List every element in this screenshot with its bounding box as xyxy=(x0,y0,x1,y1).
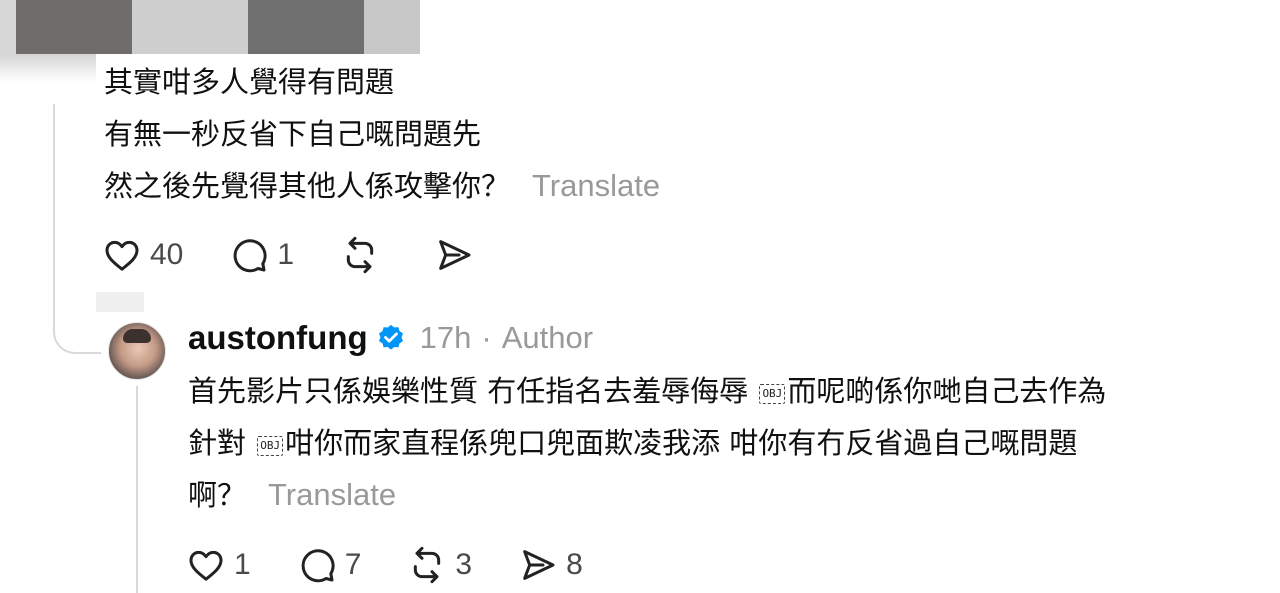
share-icon xyxy=(523,550,555,580)
redacted-block xyxy=(16,0,132,54)
verified-badge-icon xyxy=(378,324,403,350)
comment-line: 其實咁多人覺得有問題 xyxy=(104,65,395,99)
author-label: Author xyxy=(501,320,594,355)
reply-button[interactable]: 7 xyxy=(297,545,362,585)
repost-button[interactable]: 3 xyxy=(407,545,472,585)
reply-body: 首先影片只係娛樂性質 冇任指名去羞辱侮辱 OBJ 而呢啲係你哋自己去作為 針對 O… xyxy=(188,365,1263,521)
like-button[interactable]: 1 xyxy=(186,545,251,585)
repost-count: 3 xyxy=(455,548,473,581)
reply-header: austonfung 17h · Author xyxy=(188,314,593,362)
comment-line-text: 然之後先覺得其他人係攻擊你？ xyxy=(104,169,511,203)
heart-icon xyxy=(189,550,223,581)
thread-gap-marker xyxy=(96,292,144,312)
reply-text-segment: 首先影片只係娛樂性質 冇任指名去羞辱侮辱 xyxy=(188,374,758,408)
redacted-username xyxy=(0,0,420,54)
redacted-avatar-fade xyxy=(0,54,96,82)
translate-link[interactable]: Translate xyxy=(532,168,660,203)
comment-line: 有無一秒反省下自己嘅問題先 xyxy=(104,117,482,151)
like-count: 40 xyxy=(150,238,184,271)
object-placeholder: OBJ xyxy=(759,384,786,404)
redacted-block xyxy=(0,0,16,54)
object-placeholder: OBJ xyxy=(257,436,284,456)
thread-connector-line xyxy=(53,104,101,354)
comment-actions: 40 1 xyxy=(102,231,528,279)
heart-icon xyxy=(105,240,139,271)
reply-line: 首先影片只係娛樂性質 冇任指名去羞辱侮辱 OBJ 而呢啲係你哋自己去作為 xyxy=(188,365,1263,417)
share-button[interactable]: 8 xyxy=(518,545,583,585)
reply-count: 1 xyxy=(277,238,295,271)
translate-link[interactable]: Translate xyxy=(268,477,396,512)
repost-icon xyxy=(414,546,441,584)
redacted-block xyxy=(364,0,420,54)
share-count: 8 xyxy=(566,548,583,581)
reply-line: 針對 OBJ 咁你而家直程係兜口兜面欺凌我添 咁你有冇反省過自己嘅問題 xyxy=(188,417,1263,469)
reply-text-segment: 而呢啲係你哋自己去作為 xyxy=(787,374,1107,408)
reply-line: 啊？ Translate xyxy=(188,469,1263,521)
repost-button[interactable] xyxy=(340,235,388,275)
reply-actions: 1 7 3 8 xyxy=(186,541,629,589)
comment-icon xyxy=(233,239,267,273)
share-icon xyxy=(439,240,471,270)
redacted-block xyxy=(248,0,364,54)
reply-timestamp[interactable]: 17h xyxy=(420,320,472,356)
reply-text-segment: 針對 xyxy=(188,426,256,460)
meta-separator: · xyxy=(481,320,492,355)
like-count: 1 xyxy=(234,548,251,581)
comment-icon xyxy=(301,549,335,583)
avatar[interactable] xyxy=(108,322,166,380)
share-button[interactable] xyxy=(434,235,482,275)
username-link[interactable]: austonfung xyxy=(188,319,368,357)
reply-text-segment: 啊？ xyxy=(188,478,247,512)
reply-button[interactable]: 1 xyxy=(229,235,294,275)
comment-body: 其實咁多人覺得有問題 有無一秒反省下自己嘅問題先 然之後先覺得其他人係攻擊你？ T… xyxy=(104,56,864,212)
reply-count: 7 xyxy=(344,548,362,581)
reply-thread-line xyxy=(136,386,138,593)
reply-text-segment: 咁你而家直程係兜口兜面欺凌我添 咁你有冇反省過自己嘅問題 xyxy=(285,426,1078,460)
like-button[interactable]: 40 xyxy=(102,235,183,275)
repost-icon xyxy=(346,236,374,274)
redacted-block xyxy=(132,0,248,54)
comment-line: 然之後先覺得其他人係攻擊你？ Translate xyxy=(104,160,864,212)
